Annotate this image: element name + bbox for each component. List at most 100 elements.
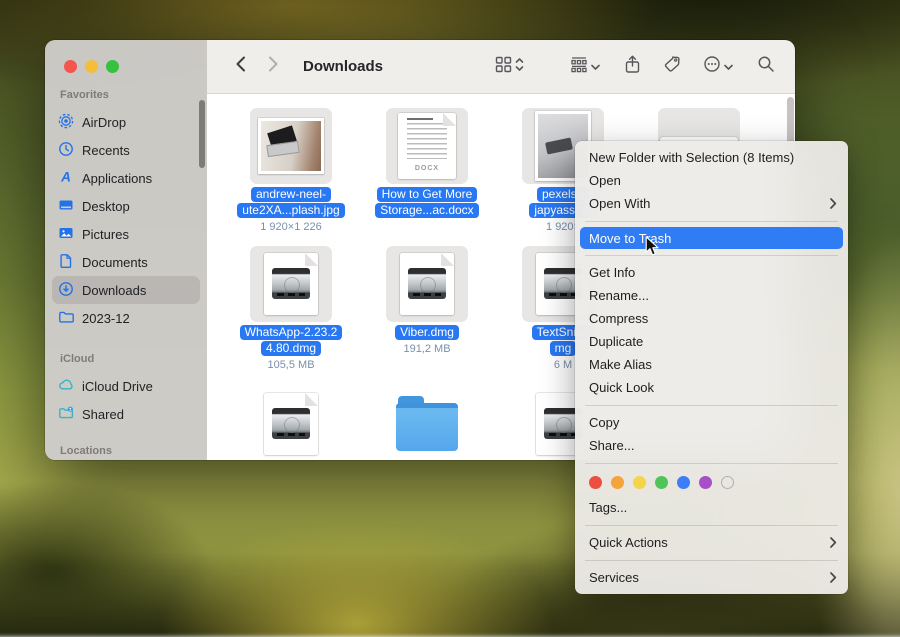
- file-size: 105,5 MB: [229, 359, 353, 371]
- dmg-file-icon: [264, 393, 318, 455]
- file-dimensions: 1 920×1 226: [229, 221, 353, 233]
- file-name-label: WhatsApp-2.23.2 4.80.dmg: [229, 325, 353, 356]
- sidebar-item-recents[interactable]: Recents: [52, 136, 200, 164]
- tag-color-row: [575, 469, 848, 496]
- menu-item-rename[interactable]: Rename...: [575, 284, 848, 307]
- file-size: 191,2 MB: [365, 343, 489, 355]
- selection-tile: DOCX: [386, 108, 468, 184]
- window-title: Downloads: [303, 58, 383, 75]
- menu-separator: [585, 525, 838, 526]
- menu-item-quick-actions[interactable]: Quick Actions: [575, 531, 848, 554]
- selection-tile: [386, 246, 468, 322]
- image-thumbnail-icon: [258, 118, 324, 174]
- applications-icon: A: [58, 169, 74, 188]
- clock-icon: [58, 141, 74, 160]
- file-item-dmg[interactable]: [229, 386, 353, 460]
- menu-item-new-folder-with-selection[interactable]: New Folder with Selection (8 Items): [575, 146, 848, 169]
- dmg-file-icon: [400, 253, 454, 315]
- tag-blue-dot[interactable]: [677, 476, 690, 489]
- sidebar-item-2023-12[interactable]: 2023-12: [52, 304, 200, 332]
- file-item-docx[interactable]: DOCX How to Get More Storage...ac.docx: [365, 108, 489, 218]
- menu-item-compress[interactable]: Compress: [575, 307, 848, 330]
- sidebar: Favorites AirDrop Recents A Applications…: [45, 40, 207, 460]
- tag-icon: [663, 55, 681, 78]
- submenu-chevron-icon: [830, 572, 837, 583]
- menu-item-open[interactable]: Open: [575, 169, 848, 192]
- svg-text:A: A: [60, 169, 71, 184]
- sidebar-item-icloud-drive[interactable]: iCloud Drive: [52, 372, 200, 400]
- submenu-chevron-icon: [830, 537, 837, 548]
- file-item-folder[interactable]: [365, 386, 489, 460]
- sidebar-item-applications[interactable]: A Applications: [52, 164, 200, 192]
- sidebar-item-airdrop[interactable]: AirDrop: [52, 108, 200, 136]
- file-name-label: andrew-neel- ute2XA...plash.jpg: [229, 187, 353, 218]
- tag-purple-dot[interactable]: [699, 476, 712, 489]
- menu-separator: [585, 255, 838, 256]
- menu-separator: [585, 221, 838, 222]
- back-button[interactable]: [235, 56, 246, 77]
- file-name-label: How to Get More Storage...ac.docx: [365, 187, 489, 218]
- close-button[interactable]: [64, 60, 77, 73]
- shared-folder-icon: [58, 405, 74, 424]
- menu-item-get-info[interactable]: Get Info: [575, 261, 848, 284]
- menu-item-duplicate[interactable]: Duplicate: [575, 330, 848, 353]
- folder-icon: [58, 309, 74, 328]
- zoom-button[interactable]: [106, 60, 119, 73]
- ellipsis-circle-icon: [703, 55, 721, 78]
- tags-button[interactable]: [663, 55, 681, 78]
- search-icon: [757, 55, 775, 78]
- selection-tile: [250, 386, 332, 460]
- view-chevrons-icon: [515, 57, 524, 77]
- menu-separator: [585, 463, 838, 464]
- folder-icon: [396, 403, 458, 451]
- file-item-whatsapp-dmg[interactable]: WhatsApp-2.23.2 4.80.dmg 105,5 MB: [229, 246, 353, 371]
- sidebar-section-locations: Locations: [45, 445, 207, 460]
- selection-tile: [250, 246, 332, 322]
- sidebar-item-desktop[interactable]: Desktop: [52, 192, 200, 220]
- selection-tile: [250, 108, 332, 184]
- minimize-button[interactable]: [85, 60, 98, 73]
- sidebar-item-pictures[interactable]: Pictures: [52, 220, 200, 248]
- toolbar: Downloads: [207, 40, 795, 94]
- sidebar-item-downloads[interactable]: Downloads: [52, 276, 200, 304]
- sidebar-scrollbar[interactable]: [199, 100, 205, 168]
- menu-item-open-with[interactable]: Open With: [575, 192, 848, 215]
- mouse-cursor: [645, 236, 660, 262]
- tag-orange-dot[interactable]: [611, 476, 624, 489]
- tag-red-dot[interactable]: [589, 476, 602, 489]
- search-button[interactable]: [757, 55, 775, 78]
- file-item-viber-dmg[interactable]: Viber.dmg 191,2 MB: [365, 246, 489, 355]
- selection-tile: [386, 386, 468, 460]
- cloud-icon: [58, 377, 74, 396]
- document-icon: [58, 253, 74, 272]
- dmg-file-icon: [264, 253, 318, 315]
- sidebar-item-shared[interactable]: Shared: [52, 400, 200, 428]
- sidebar-item-documents[interactable]: Documents: [52, 248, 200, 276]
- chevron-down-icon: [724, 58, 733, 76]
- menu-item-share[interactable]: Share...: [575, 434, 848, 457]
- desktop-icon: [58, 197, 74, 216]
- tag-green-dot[interactable]: [655, 476, 668, 489]
- menu-item-move-to-trash[interactable]: Move to Trash: [580, 227, 843, 249]
- menu-item-services[interactable]: Services: [575, 566, 848, 589]
- traffic-lights: [45, 40, 207, 73]
- chevron-down-icon: [591, 58, 600, 76]
- pictures-icon: [58, 225, 74, 244]
- docx-file-icon: DOCX: [398, 113, 456, 179]
- more-actions-button[interactable]: [703, 55, 733, 78]
- view-options-button[interactable]: [495, 56, 524, 78]
- menu-item-tags[interactable]: Tags...: [575, 496, 848, 519]
- tag-none-dot[interactable]: [721, 476, 734, 489]
- sidebar-section-favorites: Favorites: [45, 89, 207, 108]
- menu-item-copy[interactable]: Copy: [575, 411, 848, 434]
- share-icon: [624, 55, 641, 79]
- file-item-andrew-neel-jpg[interactable]: andrew-neel- ute2XA...plash.jpg 1 920×1 …: [229, 108, 353, 233]
- menu-separator: [585, 405, 838, 406]
- menu-item-make-alias[interactable]: Make Alias: [575, 353, 848, 376]
- menu-item-quick-look[interactable]: Quick Look: [575, 376, 848, 399]
- share-button[interactable]: [624, 55, 641, 79]
- sidebar-section-icloud: iCloud: [45, 353, 207, 372]
- tag-yellow-dot[interactable]: [633, 476, 646, 489]
- forward-button[interactable]: [268, 56, 279, 77]
- group-by-button[interactable]: [570, 56, 600, 78]
